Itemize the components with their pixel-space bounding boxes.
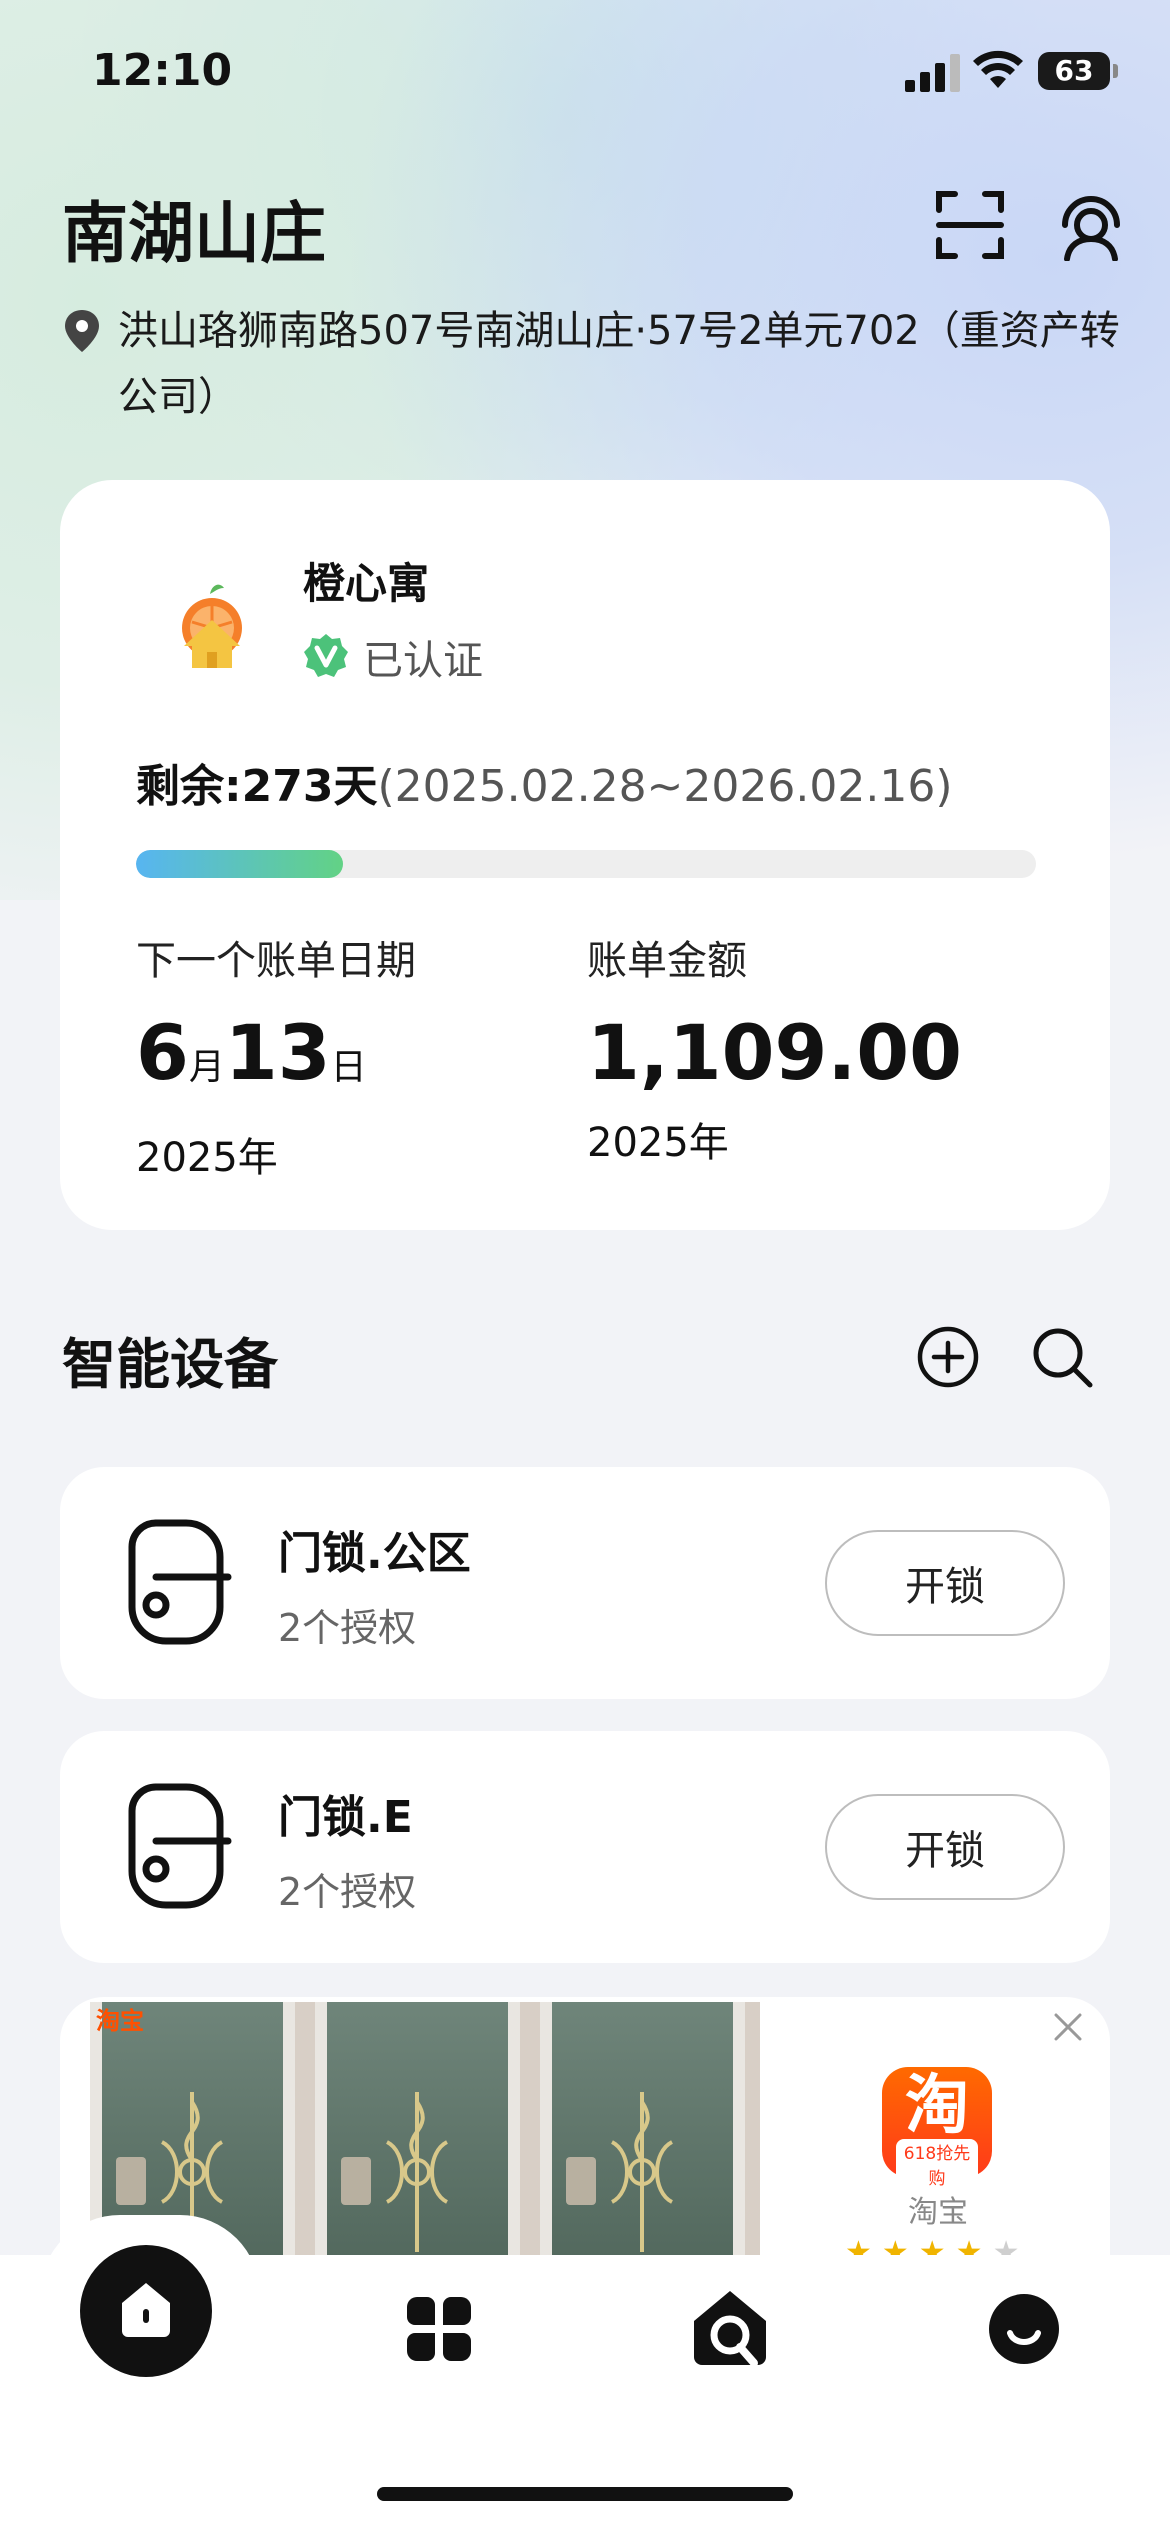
tab-home[interactable] — [80, 2245, 212, 2377]
apps-icon[interactable] — [405, 2295, 473, 2363]
door-lock-icon — [128, 1783, 232, 1909]
profile-icon[interactable] — [988, 2293, 1060, 2365]
home-icon — [122, 2283, 170, 2337]
bill-day: 13 — [224, 1008, 331, 1097]
remaining-value: 273天 — [241, 761, 378, 812]
bill-amount-year: 2025年 — [587, 1120, 729, 1166]
device-name: 门锁.公区 — [278, 1528, 471, 1579]
lease-remaining: 剩余:273天(2025.02.28~2026.02.16) — [136, 750, 953, 814]
lease-range: (2025.02.28~2026.02.16) — [377, 761, 953, 812]
smart-home-icon[interactable] — [690, 2285, 770, 2369]
month-unit: 月 — [188, 1047, 225, 1088]
landlord-name: 橙心寓 — [303, 559, 430, 608]
device-authorizations: 2个授权 — [278, 1606, 417, 1650]
ad-source-tag: 淘宝 — [96, 2007, 144, 2035]
device-name: 门锁.E — [278, 1792, 413, 1843]
door-lock-icon — [128, 1519, 232, 1645]
taobao-app-icon[interactable]: 淘 618抢先购 — [882, 2067, 992, 2189]
wifi-icon — [973, 50, 1023, 88]
verified-badge: 已认证 — [303, 628, 483, 686]
ad-image-door — [315, 2002, 520, 2297]
scan-icon[interactable] — [935, 190, 1005, 260]
battery-indicator: 63 — [1038, 52, 1118, 90]
ad-image-door — [540, 2002, 745, 2297]
home-indicator — [377, 2487, 793, 2501]
landlord-logo — [182, 584, 242, 668]
device-authorizations: 2个授权 — [278, 1870, 417, 1914]
location-pin-icon — [65, 310, 99, 352]
close-icon[interactable] — [1050, 2009, 1086, 2045]
bill-month: 6 — [136, 1008, 189, 1097]
section-title-devices: 智能设备 — [62, 1333, 278, 1396]
status-bar: 12:10 63 — [0, 0, 1170, 140]
day-unit: 日 — [330, 1047, 367, 1088]
verified-icon — [304, 634, 348, 677]
door-ornament — [610, 2092, 674, 2252]
bill-amount-label: 账单金额 — [587, 938, 747, 984]
address-text: 洪山珞狮南路507号南湖山庄·57号2单元702（重资产转公司） — [118, 308, 1120, 420]
next-bill-label: 下一个账单日期 — [136, 938, 416, 984]
next-bill-date: 下一个账单日期 6月13日 2025年 — [136, 928, 416, 1183]
add-device-icon[interactable] — [916, 1325, 980, 1389]
device-card[interactable]: 门锁.E 2个授权 开锁 — [60, 1731, 1110, 1963]
unlock-button[interactable]: 开锁 — [825, 1530, 1065, 1636]
taobao-icon-char: 淘 — [905, 2069, 969, 2143]
unlock-button[interactable]: 开锁 — [825, 1794, 1065, 1900]
lease-progress-bar — [136, 850, 1036, 878]
address: 洪山珞狮南路507号南湖山庄·57号2单元702（重资产转公司） — [62, 298, 1122, 430]
bill-amount: 账单金额 1,109.00 2025年 — [587, 928, 962, 1168]
status-time: 12:10 — [92, 45, 233, 96]
lease-card[interactable]: 橙心寓 已认证 剩余:273天(2025.02.28~2026.02.16) 下… — [60, 480, 1110, 1230]
remaining-label: 剩余: — [136, 761, 242, 812]
ad-app-name: 淘宝 — [908, 2195, 968, 2230]
device-card[interactable]: 门锁.公区 2个授权 开锁 — [60, 1467, 1110, 1699]
cellular-signal-icon — [905, 54, 960, 92]
page-title: 南湖山庄 — [62, 195, 326, 272]
lease-progress-fill — [136, 850, 343, 878]
next-bill-day: 6月13日 — [136, 1008, 416, 1113]
customer-service-icon[interactable] — [1055, 185, 1127, 261]
search-icon[interactable] — [1030, 1325, 1094, 1389]
bill-amount-value: 1,109.00 — [587, 1008, 963, 1097]
next-bill-year: 2025年 — [136, 1135, 278, 1181]
taobao-icon-sub: 618抢先购 — [896, 2139, 978, 2189]
door-ornament — [385, 2092, 449, 2252]
